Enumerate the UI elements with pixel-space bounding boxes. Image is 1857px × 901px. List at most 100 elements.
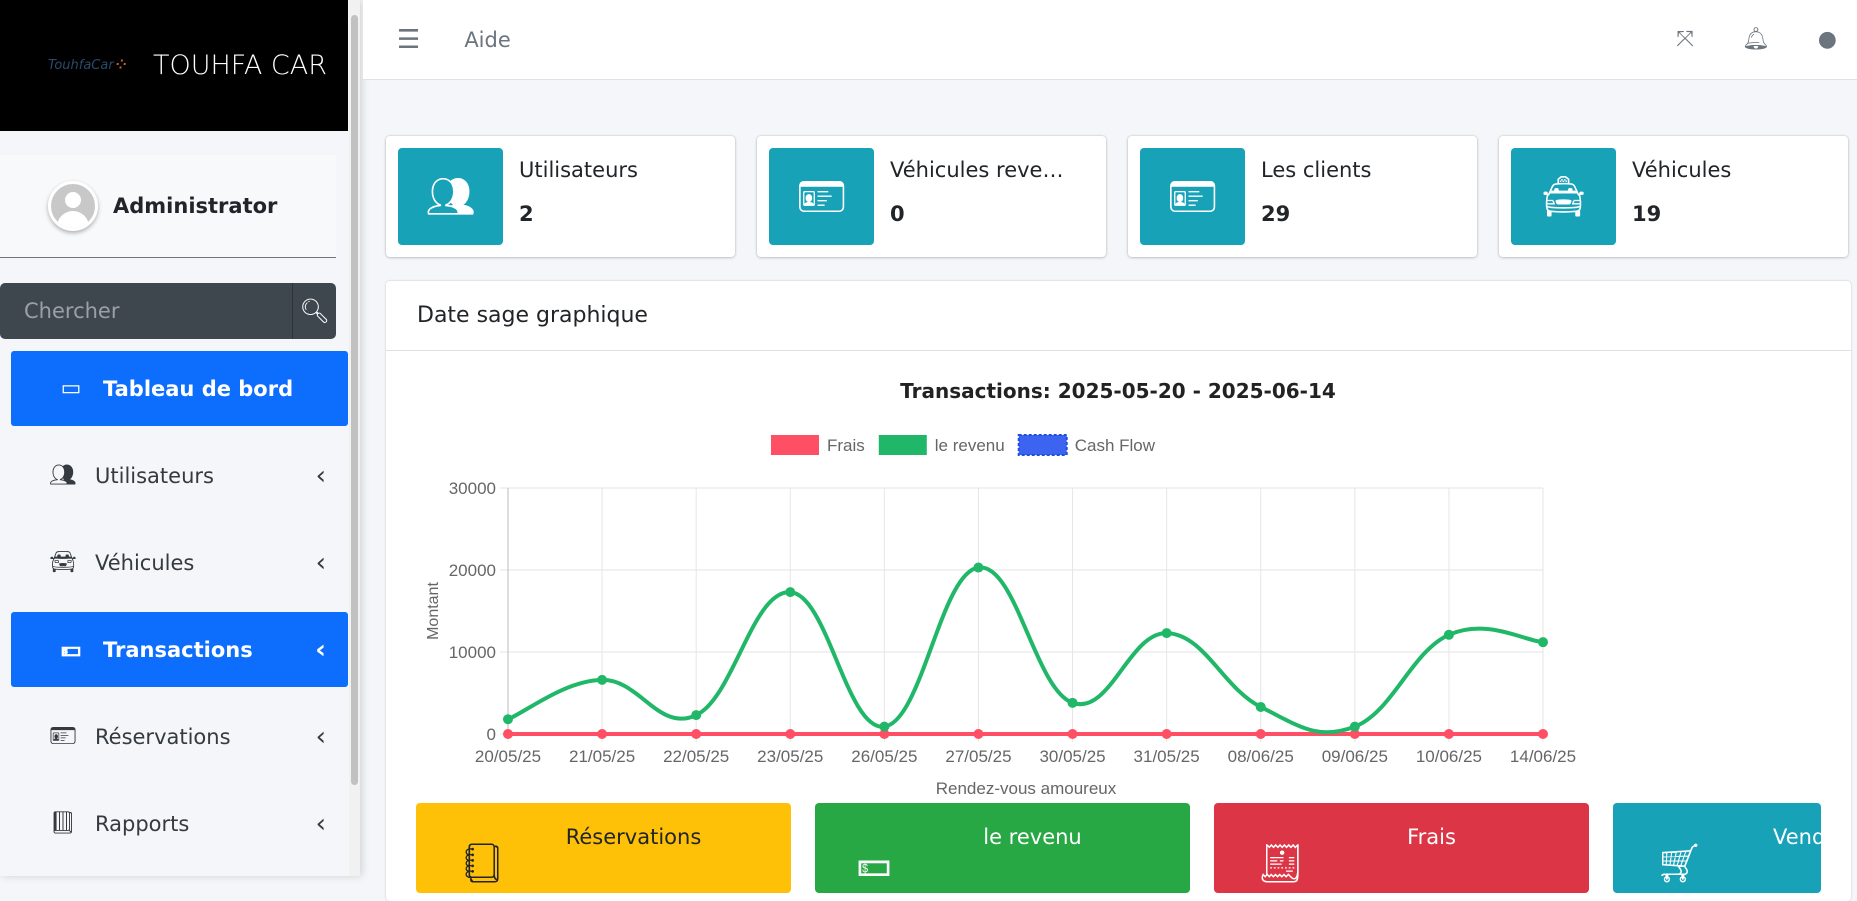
data-point xyxy=(973,729,984,739)
sidebar-item-transactions[interactable]: 💵︎ Transactions ‹ xyxy=(11,612,348,687)
search-button[interactable]: 🔍︎ xyxy=(292,283,336,339)
y-tick-label: 0 xyxy=(487,725,496,744)
x-tick-label: 22/05/25 xyxy=(663,747,729,766)
sidebar-item-label: Transactions xyxy=(103,637,253,662)
sidebar-item-dashboard[interactable]: ▭ Tableau de bord xyxy=(11,351,348,426)
y-tick-label: 20000 xyxy=(449,561,496,580)
x-tick-label: 30/05/25 xyxy=(1039,747,1105,766)
card-label: Véhicules revenus xyxy=(890,158,1075,182)
info-card-vehicles: 🚖︎ Véhicules 19 xyxy=(1499,136,1848,257)
stat-label: Réservations xyxy=(565,825,702,849)
id-card-icon: 🪪︎ xyxy=(49,724,77,749)
legend-label: Frais xyxy=(827,436,865,455)
card-label: Véhicules xyxy=(1632,158,1732,182)
sidebar-item-label: Rapports xyxy=(95,811,190,836)
brand[interactable]: TouhfaCar ⁘ TOUHFA CAR xyxy=(0,0,348,131)
legend-label: le revenu xyxy=(935,436,1005,455)
sidebar-item-reports[interactable]: 📕︎ Rapports ‹ xyxy=(11,786,348,861)
avatar xyxy=(48,181,98,231)
data-point xyxy=(1443,729,1454,739)
series-line-le-revenu xyxy=(507,565,1544,735)
users-icon: 👥︎ xyxy=(49,463,77,488)
y-tick-label: 10000 xyxy=(449,643,496,662)
data-point xyxy=(503,729,513,739)
sidebar: TouhfaCar⁘ TOUHFA CAR Administrator 🔍︎ ▭… xyxy=(0,0,360,876)
data-point xyxy=(503,714,513,725)
x-tick-label: 09/06/25 xyxy=(1322,747,1388,766)
x-tick-label: 10/06/25 xyxy=(1416,747,1482,766)
chevron-left-icon: ‹ xyxy=(315,808,326,839)
data-point xyxy=(879,721,890,732)
chevron-left-icon: ‹ xyxy=(315,721,326,752)
chevron-left-icon: ‹ xyxy=(315,634,326,665)
card-label: Utilisateurs xyxy=(519,158,638,182)
stat-label: Vendeur xyxy=(1773,825,1821,849)
stat-card-revenue[interactable]: 💵︎ le revenu xyxy=(815,803,1190,893)
x-tick-label: 23/05/25 xyxy=(757,747,823,766)
x-tick-label: 27/05/25 xyxy=(945,747,1011,766)
x-tick-label: 20/05/25 xyxy=(475,747,541,766)
y-axis-label: Montant xyxy=(425,582,442,640)
sidebar-scrollbar[interactable] xyxy=(349,0,360,876)
data-point xyxy=(973,562,984,573)
data-point xyxy=(1161,729,1172,739)
legend-swatch xyxy=(878,435,927,455)
user-circle-icon[interactable]: ● xyxy=(1818,27,1837,52)
car-icon: 🚘︎ xyxy=(49,550,77,575)
sidebar-item-label: Réservations xyxy=(95,724,231,749)
sidebar-nav: ▭ Tableau de bord 👥︎ Utilisateurs ‹ 🚘︎ Véhic… xyxy=(0,351,360,861)
search-input[interactable] xyxy=(0,283,292,339)
data-point xyxy=(1161,628,1172,639)
user-name: Administrator xyxy=(113,194,278,218)
stat-cards: 📒︎ Réservations 💵︎ le revenu 🧾︎ Frais 🛒︎ Ven… xyxy=(416,803,1821,893)
x-tick-label: 21/05/25 xyxy=(569,747,635,766)
card-value: 0 xyxy=(890,202,905,226)
stat-card-expenses[interactable]: 🧾︎ Frais xyxy=(1214,803,1589,893)
book-icon: 📕︎ xyxy=(49,811,77,836)
data-point xyxy=(1067,729,1078,739)
search-icon: 🔍︎ xyxy=(299,297,330,325)
user-panel[interactable]: Administrator xyxy=(0,155,336,258)
data-point xyxy=(1538,637,1548,648)
bell-icon[interactable]: 🔔︎ xyxy=(1742,27,1770,52)
data-point xyxy=(1067,697,1078,708)
info-cards: 👥︎ Utilisateurs 2 🪪︎ Véhicules revenus 0 🪪︎ L… xyxy=(386,136,1848,257)
stat-label: le revenu xyxy=(983,825,1082,849)
sidebar-item-vehicles[interactable]: 🚘︎ Véhicules ‹ xyxy=(11,525,348,600)
x-tick-label: 14/06/25 xyxy=(1510,747,1576,766)
money-icon: 💵︎ xyxy=(61,637,81,662)
card-value: 29 xyxy=(1261,202,1291,226)
sidebar-item-reservations[interactable]: 🪪︎ Réservations ‹ xyxy=(11,699,348,774)
id-card-icon: 🪪︎ xyxy=(1140,148,1245,245)
users-icon: 👥︎ xyxy=(398,148,503,245)
sidebar-item-users[interactable]: 👥︎ Utilisateurs ‹ xyxy=(11,438,348,513)
legend-label: Cash Flow xyxy=(1075,436,1156,455)
x-tick-label: 31/05/25 xyxy=(1134,747,1200,766)
data-point xyxy=(691,710,702,721)
sidebar-item-label: Véhicules xyxy=(95,550,195,575)
chevron-left-icon: ‹ xyxy=(315,547,326,578)
stat-label: Frais xyxy=(1407,825,1456,849)
y-tick-label: 30000 xyxy=(449,479,496,498)
data-point xyxy=(1349,721,1360,732)
brand-name: TOUHFA CAR xyxy=(153,50,327,81)
data-point xyxy=(1538,729,1548,739)
dashboard-icon: ▭ xyxy=(60,376,82,401)
sidebar-item-label: Utilisateurs xyxy=(95,463,214,488)
panel-title: Date sage graphique xyxy=(386,281,1851,351)
data-point xyxy=(1443,629,1454,640)
data-point xyxy=(597,674,608,685)
x-tick-label: 26/05/25 xyxy=(851,747,917,766)
help-link[interactable]: Aide xyxy=(464,28,510,52)
legend-swatch xyxy=(771,435,819,455)
stat-card-seller[interactable]: 🛒︎Vendeur xyxy=(1613,803,1821,893)
brand-logo: TouhfaCar ⁘ xyxy=(48,58,127,73)
scrollbar-thumb[interactable] xyxy=(351,15,358,785)
fullscreen-icon[interactable]: ⤧ xyxy=(1676,27,1694,52)
stat-card-reservations[interactable]: 📒︎ Réservations xyxy=(416,803,791,893)
menu-toggle-icon[interactable]: ☰ xyxy=(397,25,420,55)
data-point xyxy=(597,729,608,739)
data-point xyxy=(691,729,702,739)
info-card-returned-vehicles: 🪪︎ Véhicules revenus 0 xyxy=(757,136,1106,257)
card-label: Les clients xyxy=(1261,158,1372,182)
